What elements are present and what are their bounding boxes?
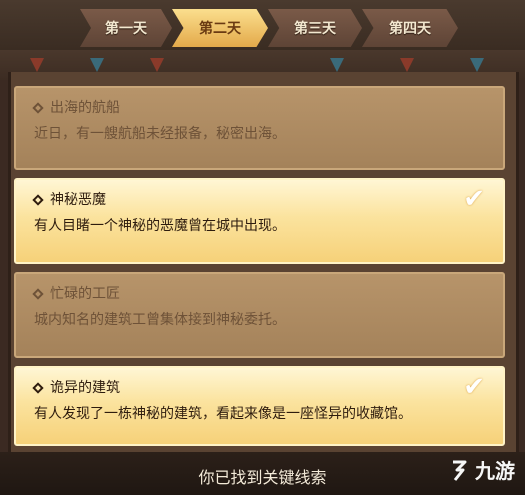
tab-day-2[interactable]: 第二天	[172, 9, 268, 47]
clue-title-text: 神秘恶魔	[50, 192, 106, 208]
nine-game-logo-icon	[453, 460, 467, 481]
clue-title: 忙碌的工匠	[32, 284, 485, 304]
diamond-icon	[32, 102, 44, 114]
clue-description: 城内知名的建筑工曾集体接到神秘委托。	[34, 312, 286, 328]
clue-title: 出海的航船	[32, 98, 485, 118]
day-tab-bar: 第一天 第二天 第三天 第四天	[0, 0, 525, 50]
clue-title-text: 忙碌的工匠	[50, 286, 120, 302]
clue-title: 神秘恶魔	[32, 190, 485, 210]
checkmark-icon: ✔	[463, 184, 485, 214]
watermark-text: 九游	[475, 459, 515, 483]
clue-card-sailing-ship[interactable]: 出海的航船 近日，有一艘航船未经报备，秘密出海。	[14, 86, 505, 170]
watermark-logo: 九游	[447, 455, 515, 484]
diamond-icon	[32, 382, 44, 394]
clue-card-mysterious-demon[interactable]: 神秘恶魔 有人目睹一个神秘的恶魔曾在城中出现。 ✔	[14, 178, 505, 264]
clue-card-busy-craftsmen[interactable]: 忙碌的工匠 城内知名的建筑工曾集体接到神秘委托。	[14, 272, 505, 358]
clue-title-text: 出海的航船	[50, 100, 120, 116]
diamond-icon	[32, 194, 44, 206]
clue-title-text: 诡异的建筑	[50, 380, 120, 396]
clue-title: 诡异的建筑	[32, 378, 485, 398]
checkmark-icon: ✔	[463, 372, 485, 402]
clue-description: 近日，有一艘航船未经报备，秘密出海。	[34, 126, 286, 142]
tab-day-1[interactable]: 第一天	[80, 9, 172, 47]
tab-day-4[interactable]: 第四天	[362, 9, 458, 47]
tab-day-3[interactable]: 第三天	[268, 9, 362, 47]
clue-description: 有人发现了一栋神秘的建筑，看起来像是一座怪异的收藏馆。	[34, 406, 412, 422]
clue-description: 有人目睹一个神秘的恶魔曾在城中出现。	[34, 218, 286, 234]
diamond-icon	[32, 288, 44, 300]
clue-card-strange-building[interactable]: 诡异的建筑 有人发现了一栋神秘的建筑，看起来像是一座怪异的收藏馆。 ✔	[14, 366, 505, 446]
